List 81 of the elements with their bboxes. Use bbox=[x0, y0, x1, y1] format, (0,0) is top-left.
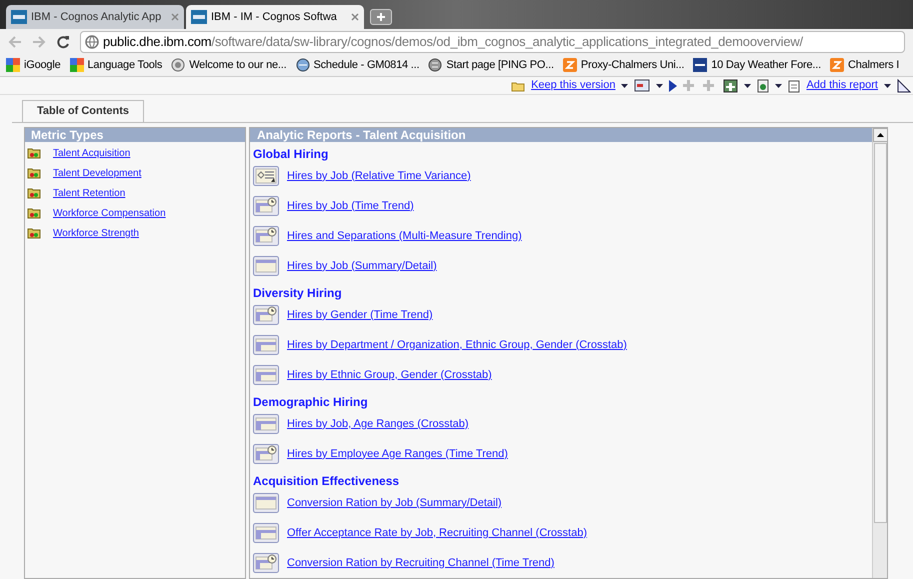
bookmark[interactable]: Welcome to our ne... bbox=[171, 57, 286, 74]
folder-icon bbox=[27, 187, 41, 199]
report-link[interactable]: Hires by Job (Relative Time Variance) bbox=[287, 168, 471, 184]
bookmark[interactable]: Language Tools bbox=[70, 57, 162, 74]
toc-tab[interactable]: Table of Contents bbox=[22, 100, 144, 122]
bookmark[interactable]: iGoogle bbox=[6, 57, 61, 74]
bookmark[interactable]: Chalmers I bbox=[830, 57, 900, 74]
metric-link[interactable]: Workforce Strength bbox=[53, 226, 139, 240]
z-icon bbox=[562, 58, 577, 72]
puzzle-icon bbox=[6, 58, 20, 72]
dropdown-icon[interactable] bbox=[656, 84, 664, 88]
report-icon bbox=[253, 553, 279, 573]
close-icon[interactable] bbox=[351, 12, 359, 21]
report-icon bbox=[253, 196, 279, 216]
metric-link[interactable]: Workforce Compensation bbox=[53, 206, 166, 220]
url-text: public.dhe.ibm.com/software/data/sw-library/cognos/demos/od_ibm_cognos_analytic_applications_integrated_demooverview/ bbox=[103, 33, 803, 52]
bookmark[interactable]: Schedule - GM0814 ... bbox=[296, 57, 420, 74]
folder-icon bbox=[27, 207, 41, 219]
report-link[interactable]: Conversion Ration by Job (Summary/Detail) bbox=[287, 494, 502, 512]
report-link[interactable]: Hires by Ethnic Group, Gender (Crosstab) bbox=[287, 366, 492, 384]
report-icon bbox=[253, 335, 279, 355]
folder-icon bbox=[27, 227, 41, 239]
report-link[interactable]: Offer Acceptance Rate by Job, Recruiting Channel (Crosstab) bbox=[287, 524, 588, 542]
report-icon bbox=[253, 414, 279, 434]
z-icon bbox=[830, 58, 844, 72]
report-icon bbox=[253, 166, 279, 186]
metric-link[interactable]: Talent Acquisition bbox=[53, 146, 130, 160]
bookmark[interactable]: Start page [PING PO... bbox=[428, 57, 554, 74]
reload-icon[interactable] bbox=[56, 34, 70, 49]
dropdown-icon[interactable] bbox=[744, 84, 752, 88]
dropdown-icon[interactable] bbox=[884, 84, 891, 88]
report-icon bbox=[253, 305, 279, 325]
add-report-link[interactable]: Add this report bbox=[806, 77, 878, 94]
section-heading: Demographic Hiring bbox=[253, 394, 369, 409]
folder-icon bbox=[27, 167, 41, 179]
section-heading: Acquisition Effectiveness bbox=[253, 473, 400, 488]
bookmark[interactable]: Proxy-Chalmers Uni... bbox=[562, 57, 684, 74]
report-link[interactable]: Hires by Job, Age Ranges (Crosstab) bbox=[287, 416, 469, 432]
ibm-favicon bbox=[191, 10, 207, 24]
bookmark[interactable]: 10 Day Weather Fore... bbox=[693, 57, 821, 74]
scrollbar[interactable] bbox=[872, 128, 887, 578]
report-link[interactable]: Hires by Department / Organization, Ethnic Group, Gender (Crosstab) bbox=[287, 336, 627, 354]
dropdown-icon[interactable] bbox=[775, 84, 782, 88]
section-heading: Diversity Hiring bbox=[253, 285, 343, 300]
address-bar[interactable]: public.dhe.ibm.com/software/data/sw-library/cognos/demos/od_ibm_cognos_analytic_applications_integrated_demooverview/ bbox=[80, 30, 905, 53]
report-link[interactable]: Hires by Employee Age Ranges (Time Trend) bbox=[287, 446, 508, 462]
report-icon bbox=[253, 256, 279, 276]
dropdown-icon[interactable] bbox=[621, 84, 628, 88]
plus-icon bbox=[377, 12, 385, 21]
panel-header: Metric Types bbox=[25, 128, 245, 142]
report-link[interactable]: Hires by Job (Summary/Detail) bbox=[287, 258, 437, 274]
scroll-up-icon[interactable] bbox=[876, 133, 884, 137]
browser-tab[interactable]: IBM - IM - Cognos Softwa bbox=[186, 4, 364, 29]
keep-version-link[interactable]: Keep this version bbox=[531, 77, 616, 94]
browser-tab[interactable]: IBM - Cognos Analytic App bbox=[6, 4, 184, 29]
ibm-favicon bbox=[11, 10, 27, 24]
section-heading: Global Hiring bbox=[253, 146, 330, 161]
add-icon[interactable] bbox=[723, 78, 738, 92]
metric-link[interactable]: Talent Development bbox=[53, 166, 142, 180]
view-icon[interactable] bbox=[634, 79, 650, 92]
report-link[interactable]: Hires by Gender (Time Trend) bbox=[287, 306, 433, 324]
folder-icon bbox=[27, 147, 41, 159]
weather-icon bbox=[693, 58, 708, 72]
panel-header: Analytic Reports - Talent Acquisition bbox=[250, 128, 872, 142]
report-link[interactable]: Conversion Ration by Recruiting Channel (Time Trend) bbox=[287, 554, 554, 572]
report-icon bbox=[253, 444, 279, 464]
folder-icon[interactable] bbox=[511, 80, 526, 92]
report-icon bbox=[253, 226, 279, 246]
document-icon[interactable] bbox=[788, 78, 800, 92]
metric-link[interactable]: Talent Retention bbox=[53, 186, 126, 200]
tab-title: IBM - IM - Cognos Softwa bbox=[211, 10, 338, 25]
seal-icon bbox=[171, 58, 186, 72]
new-tab-button[interactable] bbox=[370, 8, 392, 25]
report-link[interactable]: Hires and Separations (Multi-Measure Trending) bbox=[287, 228, 522, 244]
play-icon[interactable] bbox=[669, 80, 678, 92]
report-icon bbox=[253, 523, 279, 543]
report-icon bbox=[253, 365, 279, 385]
puzzle-icon bbox=[70, 58, 84, 72]
report-link[interactable]: Hires by Job (Time Trend) bbox=[287, 198, 414, 214]
tab-title: IBM - Cognos Analytic App bbox=[31, 10, 162, 25]
report-icon bbox=[253, 493, 279, 513]
